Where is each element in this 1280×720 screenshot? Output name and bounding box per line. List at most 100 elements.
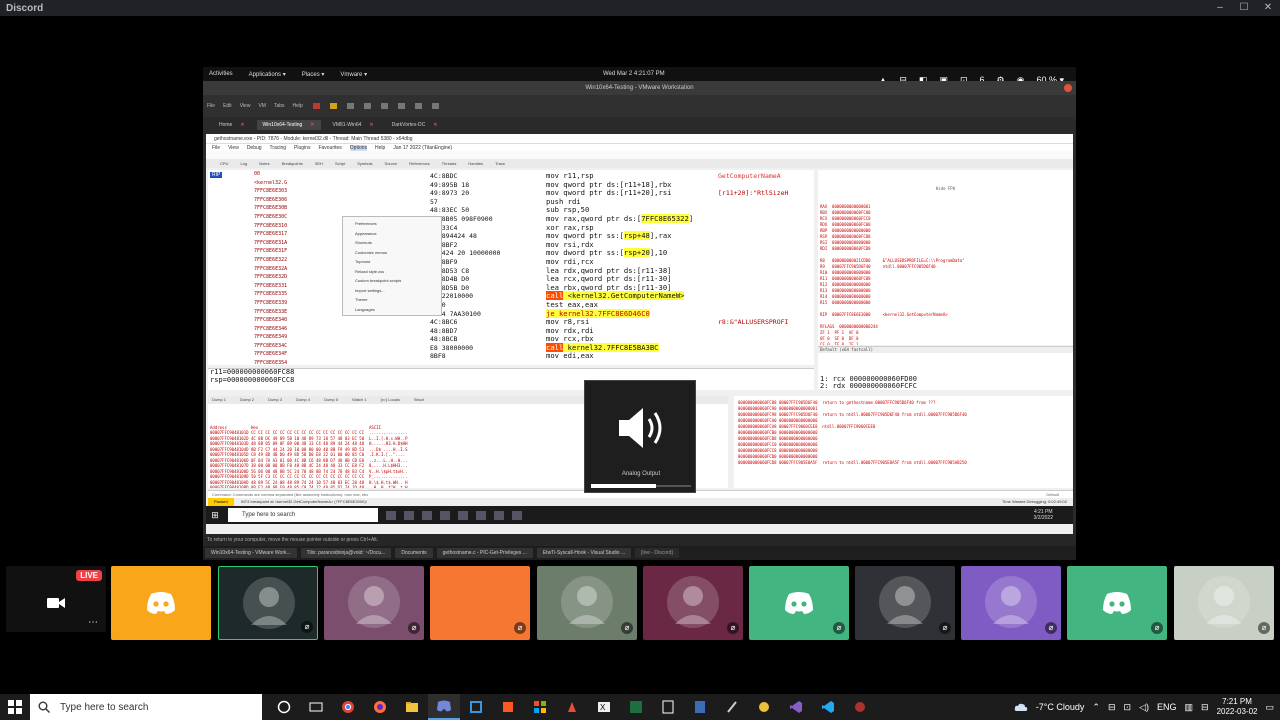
tab-locals[interactable]: [x=] Locals — [381, 396, 400, 404]
call-args-panel[interactable]: Default (x64 fastcall) 1: rcx 0000000000… — [818, 346, 1073, 390]
app-icon[interactable] — [748, 694, 780, 720]
taskbar-search[interactable]: Type here to search — [30, 694, 262, 720]
app-icon[interactable] — [512, 510, 522, 520]
snapshot-icon[interactable] — [346, 103, 354, 109]
menu-reload-style[interactable]: Reload style.css — [343, 267, 441, 277]
console-icon[interactable] — [431, 103, 439, 109]
activities-button[interactable]: Activities — [209, 71, 233, 78]
manage-icon[interactable] — [380, 103, 388, 109]
explorer-icon[interactable] — [404, 510, 414, 520]
app-icon[interactable] — [556, 694, 588, 720]
pause-icon[interactable] — [329, 103, 337, 109]
tab-symbols[interactable]: Symbols — [357, 161, 372, 166]
close-icon[interactable]: ✕ — [240, 122, 244, 128]
close-button[interactable]: ✕ — [1256, 0, 1280, 16]
vmware-menu[interactable]: Vmware ▾ — [340, 71, 367, 78]
app-icon[interactable] — [492, 694, 524, 720]
menu-item[interactable]: Help — [375, 145, 385, 151]
cortana-icon[interactable] — [268, 694, 300, 720]
task-discord[interactable]: [live - Discord] — [635, 548, 679, 558]
tool-icon[interactable] — [716, 694, 748, 720]
task-tilix[interactable]: Tilix: paranoidninja@void: ~/Docu... — [300, 548, 392, 558]
tab-dump-5[interactable]: Dump 5 — [324, 396, 338, 404]
vmware-close-button[interactable] — [1064, 84, 1072, 92]
menu-import[interactable]: Import settings... — [343, 286, 441, 296]
app-icon[interactable] — [476, 510, 486, 520]
app-icon[interactable] — [440, 510, 450, 520]
tray-icon[interactable]: ⊟ — [1108, 702, 1116, 713]
menu-view[interactable]: View — [240, 103, 251, 109]
menu-languages[interactable]: Languages — [343, 305, 441, 315]
chevron-up-icon[interactable]: ⌃ — [1092, 702, 1100, 713]
close-icon[interactable]: ✕ — [433, 122, 437, 128]
menu-item[interactable]: Favourites — [318, 145, 341, 151]
participant-tile[interactable]: ⌀ — [749, 566, 849, 640]
asm-line[interactable]: mov edi,eax — [546, 352, 716, 361]
menu-file[interactable]: File — [207, 103, 215, 109]
participant-tile[interactable]: ⌀ — [1174, 566, 1274, 640]
tab-dump-4[interactable]: Dump 4 — [296, 396, 310, 404]
participant-tile[interactable]: ⌀ — [1067, 566, 1167, 640]
close-icon[interactable]: ✕ — [369, 122, 373, 128]
tab-watch-1[interactable]: Watch 1 — [352, 396, 367, 404]
menu-theme[interactable]: Theme — [343, 295, 441, 305]
menu-bp-scripts[interactable]: Custom breakpoint scripts — [343, 276, 441, 286]
participant-tile[interactable]: ⌀ — [961, 566, 1061, 640]
participant-tile[interactable]: ⌀ — [643, 566, 743, 640]
tab-source[interactable]: Source — [385, 161, 398, 166]
terminal-icon[interactable] — [422, 510, 432, 520]
tab-dump-2[interactable]: Dump 2 — [240, 396, 254, 404]
stop-icon[interactable] — [312, 103, 320, 109]
task-documents[interactable]: Documents — [395, 548, 433, 558]
participant-tile[interactable]: ⌀ — [430, 566, 530, 640]
notifications-icon[interactable]: ▭ — [1265, 702, 1274, 713]
vscode-icon[interactable] — [812, 694, 844, 720]
discord-taskbar-icon[interactable] — [428, 694, 460, 720]
weather-text[interactable]: -7°C Cloudy — [1036, 702, 1085, 712]
participant-tile[interactable]: ⌀ — [855, 566, 955, 640]
tab-home[interactable]: Home ✕ — [213, 120, 251, 130]
tab-threads[interactable]: Threads — [442, 161, 457, 166]
firefox-icon[interactable] — [364, 694, 396, 720]
menu-edit[interactable]: Edit — [223, 103, 232, 109]
tab-cpu[interactable]: CPU — [220, 161, 228, 166]
tab-breakpoints[interactable]: Breakpoints — [282, 161, 303, 166]
taskbar-clock[interactable]: 7:21 PM 2022-03-02 — [1217, 697, 1258, 717]
app-icon[interactable] — [652, 694, 684, 720]
menu-item[interactable]: Tracing — [270, 145, 287, 151]
tab-dump-3[interactable]: Dump 3 — [268, 396, 282, 404]
tab-darkvortex-dc[interactable]: DarkVortex-DC ✕ — [386, 120, 444, 130]
participant-tile[interactable] — [111, 566, 211, 640]
start-button[interactable] — [0, 694, 30, 720]
task-view-icon[interactable] — [386, 510, 396, 520]
visual-studio-icon[interactable] — [780, 694, 812, 720]
tab-handles[interactable]: Handles — [468, 161, 483, 166]
task-gethostname[interactable]: gethostname.c - PIC-Get-Privileges ... — [436, 548, 533, 558]
store-icon[interactable] — [524, 694, 556, 720]
tab-vm81-win64[interactable]: VM81-Win64 ✕ — [327, 120, 380, 130]
volume-icon[interactable]: ◁) — [1139, 702, 1149, 713]
tab-references[interactable]: References — [409, 161, 429, 166]
chrome-icon[interactable] — [332, 694, 364, 720]
minimize-button[interactable]: – — [1208, 0, 1232, 16]
network-icon[interactable]: ⊡ — [1124, 702, 1132, 713]
file-explorer-icon[interactable] — [396, 694, 428, 720]
calling-convention-select[interactable]: Default (x64 fastcall) — [818, 347, 1073, 353]
language-indicator[interactable]: ENG — [1157, 702, 1177, 712]
guest-clock[interactable]: 4:21 PM 3/2/2022 — [1034, 509, 1053, 521]
app-icon[interactable] — [458, 510, 468, 520]
x64dbg-toolbar[interactable] — [206, 151, 1073, 159]
menu-help[interactable]: Help — [293, 103, 303, 109]
menu-options[interactable]: Options — [349, 144, 368, 151]
menu-vm[interactable]: VM — [258, 103, 266, 109]
guest-search-box[interactable]: Type here to search — [228, 508, 378, 522]
maximize-button[interactable]: ☐ — [1232, 0, 1256, 16]
revert-icon[interactable] — [363, 103, 371, 109]
menu-preferences[interactable]: Preferences — [343, 219, 441, 229]
tab-win10x64-testing[interactable]: Win10x64-Testing ✕ — [256, 120, 321, 130]
menu-customize[interactable]: Customize menus — [343, 248, 441, 258]
applications-menu[interactable]: Applications ▾ — [249, 71, 286, 78]
terminal-icon[interactable]: X — [588, 694, 620, 720]
asm-column[interactable]: mov r11,rsp mov qword ptr ds:[r11+18],rbx… — [546, 171, 716, 361]
close-icon[interactable]: ✕ — [310, 122, 314, 128]
